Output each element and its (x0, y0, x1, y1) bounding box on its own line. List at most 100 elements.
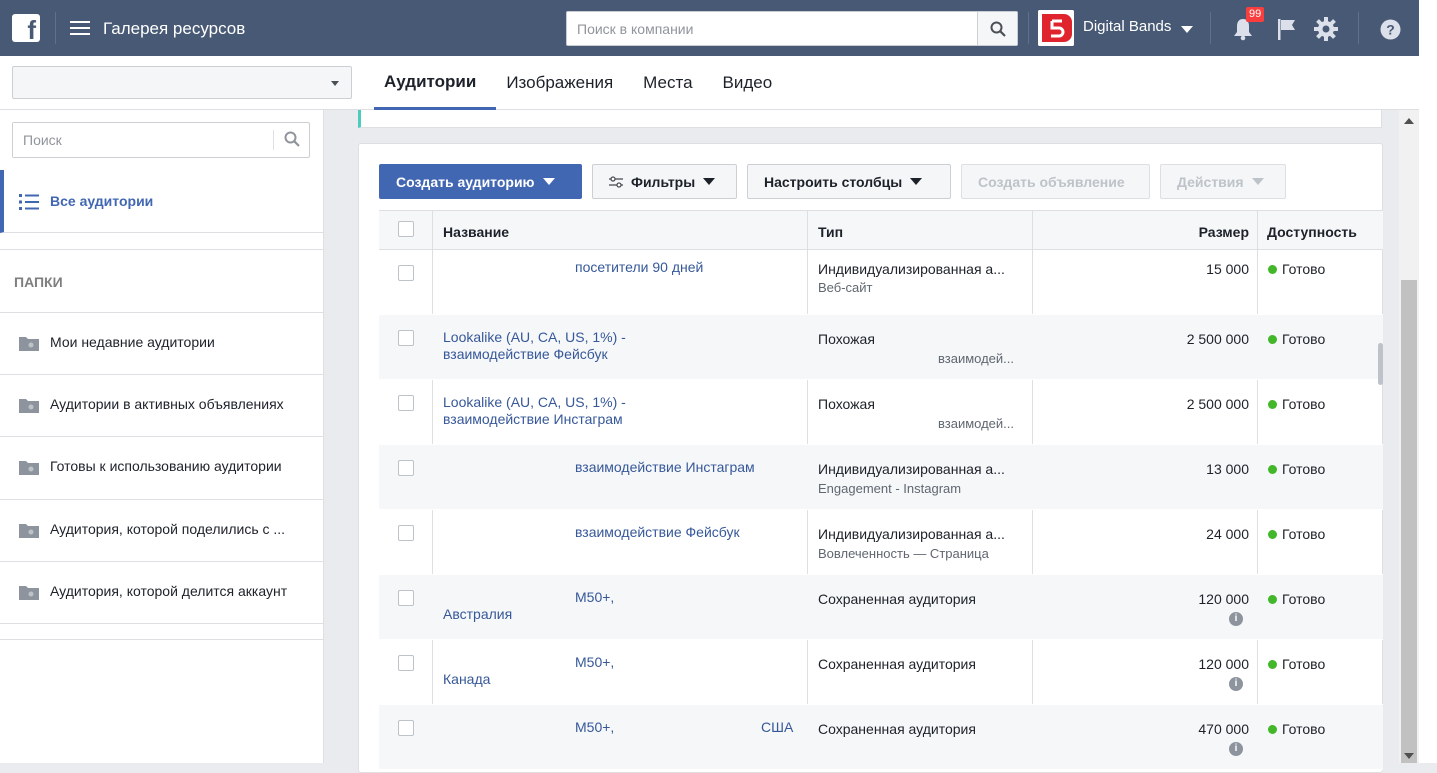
audience-name-link[interactable]: США (761, 719, 793, 735)
folder-item[interactable]: Мои недавние аудитории (0, 312, 323, 375)
asset-tabs: Аудитории Изображения Места Видео (374, 56, 792, 110)
audience-name-link[interactable]: взаимодействие Фейсбук (443, 346, 608, 362)
audience-name-link[interactable]: M50+, (575, 654, 614, 670)
audience-name-link[interactable]: Lookalike (AU, CA, US, 1%) - (443, 329, 626, 345)
chevron-down-icon[interactable] (1181, 26, 1193, 33)
folder-label: Мои недавние аудитории (50, 334, 215, 350)
flag-icon[interactable] (1276, 17, 1298, 41)
audience-name-link[interactable]: Австралия (443, 606, 512, 622)
status-dot (1268, 400, 1277, 409)
menu-icon[interactable] (70, 21, 90, 35)
table-row[interactable]: M50+, Канада Сохраненная аудитория 120 0… (379, 640, 1383, 705)
tab-video[interactable]: Видео (713, 56, 793, 110)
folder-item[interactable]: Аудитория, которой поделились с ... (0, 499, 323, 562)
tab-audiences[interactable]: Аудитории (374, 56, 497, 110)
scroll-up-icon[interactable] (1404, 118, 1414, 124)
info-icon[interactable]: i (1229, 612, 1243, 626)
audience-size: 2 500 000 (1186, 331, 1249, 347)
row-checkbox[interactable] (398, 720, 414, 736)
audience-size: 13 000 (1206, 461, 1249, 477)
company-search (566, 11, 1018, 46)
audience-size: 120 000 (1198, 656, 1249, 672)
folder-icon (19, 461, 39, 475)
facebook-logo-icon[interactable]: f (12, 14, 40, 44)
status-dot (1268, 595, 1277, 604)
tab-places[interactable]: Места (633, 56, 712, 110)
sidebar-item-label: Все аудитории (50, 193, 154, 209)
audience-name-link[interactable]: M50+, (575, 719, 614, 735)
table-row[interactable]: Lookalike (AU, CA, US, 1%) - взаимодейст… (379, 315, 1383, 380)
filters-label: Фильтры (631, 173, 696, 190)
info-icon[interactable]: i (1229, 742, 1243, 756)
account-select[interactable] (12, 66, 352, 99)
table-row[interactable]: M50+, Австралия Сохраненная аудитория 12… (379, 575, 1383, 640)
configure-columns-label: Настроить столбцы (764, 173, 903, 190)
folder-label: Аудитория, которой поделились с ... (50, 521, 286, 537)
table-row[interactable]: взаимодействие Инстаграм Индивидуализиро… (379, 445, 1383, 510)
status-dot (1268, 660, 1277, 669)
row-checkbox[interactable] (398, 655, 414, 671)
row-checkbox[interactable] (398, 460, 414, 476)
tab-images[interactable]: Изображения (496, 56, 633, 110)
folder-label: Аудитория, которой делится аккаунт (50, 583, 288, 599)
folder-item[interactable]: Аудитория, которой делится аккаунт (0, 561, 323, 624)
header-name[interactable]: Название (443, 224, 509, 240)
search-button[interactable] (977, 12, 1017, 45)
chevron-down-icon (542, 178, 555, 185)
table-row[interactable]: Lookalike (AU, CA, US, 1%) - взаимодейст… (379, 380, 1383, 445)
audience-name-link[interactable]: Канада (443, 671, 490, 687)
gear-icon[interactable] (1313, 16, 1339, 42)
row-checkbox[interactable] (398, 525, 414, 541)
folder-item[interactable]: Аудитории в активных объявлениях (0, 374, 323, 437)
actions-button[interactable]: Действия (1160, 164, 1286, 199)
audience-name-link[interactable]: Lookalike (AU, CA, US, 1%) - (443, 394, 626, 410)
sidebar-search (12, 122, 310, 158)
table-row[interactable]: взаимодействие Фейсбук Индивидуализирова… (379, 510, 1383, 575)
audience-size: 120 000 (1198, 591, 1249, 607)
header-availability[interactable]: Доступность (1267, 224, 1357, 240)
toolbar: Создать аудиторию Фильтры Настроить стол… (379, 164, 1286, 200)
audience-name-link[interactable]: посетители 90 дней (575, 259, 703, 275)
filters-button[interactable]: Фильтры (592, 164, 737, 199)
app-title: Галерея ресурсов (103, 19, 246, 38)
table-scroll-thumb[interactable] (1378, 343, 1383, 385)
status-dot (1268, 465, 1277, 474)
folder-item[interactable]: Готовы к использованию аудитории (0, 436, 323, 499)
search-icon[interactable] (273, 130, 309, 150)
sidebar-search-input[interactable] (13, 123, 263, 157)
create-audience-button[interactable]: Создать аудиторию (379, 164, 582, 199)
row-checkbox[interactable] (398, 395, 414, 411)
status-dot (1268, 530, 1277, 539)
row-checkbox[interactable] (398, 265, 414, 281)
configure-columns-button[interactable]: Настроить столбцы (747, 164, 951, 199)
create-ad-button[interactable]: Создать объявление (961, 164, 1150, 199)
brand-avatar[interactable] (1038, 10, 1074, 46)
scroll-down-icon[interactable] (1404, 753, 1414, 759)
help-icon[interactable]: ? (1380, 19, 1401, 40)
company-search-input[interactable] (567, 12, 977, 45)
audience-name-link[interactable]: взаимодействие Инстаграм (443, 411, 623, 427)
table-row[interactable]: посетители 90 дней Индивидуализированная… (379, 250, 1383, 315)
notifications-badge: 99 (1246, 7, 1265, 22)
audience-name-link[interactable]: M50+, (575, 589, 614, 605)
sidebar-item-all-audiences[interactable]: Все аудитории (0, 170, 323, 233)
info-icon[interactable]: i (1229, 677, 1243, 691)
row-checkbox[interactable] (398, 330, 414, 346)
audience-type: Сохраненная аудитория (818, 656, 976, 672)
divider (0, 249, 323, 250)
audience-type: Индивидуализированная а... (818, 461, 1005, 477)
select-all-checkbox[interactable] (398, 221, 414, 237)
page-scrollbar[interactable] (1399, 110, 1419, 763)
scroll-thumb[interactable] (1401, 280, 1417, 763)
availability-status: Готово (1268, 261, 1325, 277)
row-checkbox[interactable] (398, 590, 414, 606)
audience-name-link[interactable]: взаимодействие Инстаграм (575, 459, 755, 475)
divider (0, 639, 323, 640)
table-row[interactable]: M50+, США Сохраненная аудитория 470 000 … (379, 705, 1383, 770)
audience-name-link[interactable]: взаимодействие Фейсбук (575, 524, 740, 540)
header-type[interactable]: Тип (818, 224, 843, 240)
header-size[interactable]: Размер (1199, 224, 1249, 240)
sidebar: Все аудитории ПАПКИ Мои недавние аудитор… (0, 110, 324, 763)
audience-subtype: Веб-сайт (818, 280, 873, 295)
brand-name[interactable]: Digital Bands (1083, 18, 1171, 35)
